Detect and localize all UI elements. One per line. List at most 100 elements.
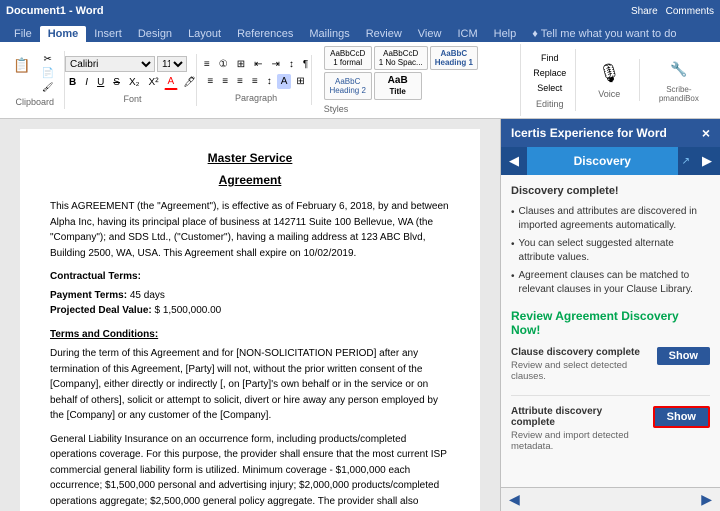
document-area[interactable]: Master Service Agreement This AGREEMENT …	[0, 119, 500, 511]
projected-value: $ 1,500,000.00	[155, 305, 222, 316]
highlight-button[interactable]: 🖊	[179, 74, 200, 90]
panel-forward-button[interactable]: ▶	[694, 153, 720, 169]
style-1formal-button[interactable]: AaBbCcD1 formal	[324, 46, 372, 70]
bullet-dot-3: •	[511, 270, 515, 297]
tab-file[interactable]: File	[6, 26, 40, 42]
font-name-select[interactable]: Calibri	[65, 56, 155, 72]
editing-group: Find Replace Select Editing	[525, 49, 576, 111]
bullets-button[interactable]: ≡	[200, 57, 214, 72]
doc-title: Master Service	[50, 149, 450, 167]
format-painter-icon[interactable]: 🖌	[36, 81, 60, 93]
main-area: Master Service Agreement This AGREEMENT …	[0, 119, 720, 511]
clause-desc: Review and select detected clauses.	[511, 360, 653, 382]
underline-button[interactable]: U	[93, 74, 108, 90]
multilevel-button[interactable]: ⊞	[233, 57, 249, 72]
panel-bottom-nav: ◀ ▶	[501, 487, 720, 511]
sort-button[interactable]: ↕	[285, 57, 298, 72]
tab-layout[interactable]: Layout	[180, 26, 229, 42]
doc-terms: Terms and Conditions: During the term of…	[50, 327, 450, 424]
increase-indent-button[interactable]: ⇥	[267, 57, 283, 72]
doc-subtitle: Agreement	[50, 171, 450, 189]
voice-group: 🎙 Voice	[580, 59, 640, 101]
cut-icon[interactable]: ✂	[36, 53, 60, 65]
terms-para1: During the term of this Agreement and fo…	[50, 346, 450, 424]
font-size-select[interactable]: 11	[157, 56, 187, 72]
style-heading1-button[interactable]: AaBbCHeading 1	[430, 46, 478, 70]
comments-button[interactable]: Comments	[666, 6, 714, 17]
panel-share-icon[interactable]: ↗	[678, 156, 694, 167]
panel-nav: ◀ Discovery ↗ ▶	[501, 147, 720, 175]
align-center-button[interactable]: ≡	[218, 74, 232, 89]
attribute-info: Attribute discovery complete Review and …	[511, 406, 649, 457]
tab-references[interactable]: References	[229, 26, 301, 42]
clipboard-label: Clipboard	[15, 97, 54, 107]
decrease-indent-button[interactable]: ⇤	[250, 57, 266, 72]
clause-row-action: Clause discovery complete Review and sel…	[511, 347, 710, 387]
share-button[interactable]: Share	[631, 6, 658, 17]
clipboard-group: 📋 ✂ 📄 🖌 Clipboard	[6, 51, 65, 109]
copy-icon[interactable]: 📄	[36, 67, 60, 79]
panel-bottom-left-button[interactable]: ◀	[509, 491, 520, 508]
panel-nav-title: Discovery	[574, 154, 631, 168]
bold-button[interactable]: B	[65, 74, 80, 90]
bullet-text-2: You can select suggested alternate attri…	[519, 237, 710, 265]
strikethrough-button[interactable]: S	[109, 74, 124, 90]
styles-group: AaBbCcD1 formal AaBbCcD1 No Spac... AaBb…	[316, 44, 521, 116]
doc-body: This AGREEMENT (the "Agreement"), is eff…	[50, 199, 450, 511]
clause-show-button[interactable]: Show	[657, 347, 710, 365]
tab-tell-me[interactable]: ♦ Tell me what you want to do	[524, 26, 684, 42]
select-button[interactable]: Select	[533, 81, 566, 95]
tab-design[interactable]: Design	[130, 26, 180, 42]
app-title: Document1 - Word	[6, 5, 104, 17]
scribe-group: 🔧 Scribe-pmandiBox	[644, 55, 714, 105]
superscript-button[interactable]: X²	[145, 74, 163, 90]
style-nospace-button[interactable]: AaBbCcD1 No Spac...	[374, 46, 428, 70]
borders-button[interactable]: ⊞	[292, 74, 308, 89]
align-left-button[interactable]: ≡	[203, 74, 217, 89]
panel-bottom-right-button[interactable]: ▶	[701, 491, 712, 508]
tab-home[interactable]: Home	[40, 26, 87, 42]
tab-icm[interactable]: ICM	[449, 26, 485, 42]
doc-liability: General Liability Insurance on an occurr…	[50, 432, 450, 511]
clause-title: Clause discovery complete	[511, 347, 653, 358]
style-heading2-button[interactable]: AaBbCHeading 2	[324, 72, 372, 100]
paste-icon[interactable]: 📋	[10, 53, 34, 77]
bullet-dot-2: •	[511, 238, 515, 265]
find-button[interactable]: Find	[537, 51, 563, 65]
tabs-bar: File Home Insert Design Layout Reference…	[0, 22, 720, 42]
numbering-button[interactable]: ①	[215, 57, 232, 72]
panel-header: Icertis Experience for Word ×	[501, 119, 720, 147]
replace-button[interactable]: Replace	[529, 66, 570, 80]
panel-bullet-1: • Clauses and attributes are discovered …	[511, 205, 710, 233]
doc-intro: This AGREEMENT (the "Agreement"), is eff…	[50, 199, 450, 261]
tab-review[interactable]: Review	[358, 26, 410, 42]
tab-help[interactable]: Help	[486, 26, 525, 42]
panel-close-icon[interactable]: ×	[702, 125, 710, 141]
align-right-button[interactable]: ≡	[233, 74, 247, 89]
tab-mailings[interactable]: Mailings	[301, 26, 357, 42]
style-title-button[interactable]: AaBTitle	[374, 72, 422, 100]
panel-nav-discovery: Discovery	[527, 147, 678, 175]
pilcrow-button[interactable]: ¶	[299, 57, 312, 72]
dictate-icon[interactable]: 🎙	[597, 61, 621, 85]
subscript-button[interactable]: X₂	[125, 74, 144, 90]
clause-discovery-row: Clause discovery complete Review and sel…	[511, 347, 710, 396]
font-name-row: Calibri 11	[65, 56, 200, 72]
bullet-text-1: Clauses and attributes are discovered in…	[519, 205, 710, 233]
clause-info: Clause discovery complete Review and sel…	[511, 347, 653, 387]
attribute-desc: Review and import detected metadata.	[511, 430, 649, 452]
line-spacing-button[interactable]: ↕	[263, 74, 276, 89]
attribute-title: Attribute discovery complete	[511, 406, 649, 428]
shading-button[interactable]: A	[277, 74, 292, 89]
italic-button[interactable]: I	[81, 74, 92, 90]
scribe-icon[interactable]: 🔧	[667, 57, 691, 81]
document-page: Master Service Agreement This AGREEMENT …	[20, 129, 480, 511]
projected-deal-row: Projected Deal Value: $ 1,500,000.00	[50, 303, 450, 319]
panel-back-button[interactable]: ◀	[501, 153, 527, 169]
text-color-button[interactable]: A	[164, 74, 179, 90]
tab-insert[interactable]: Insert	[86, 26, 130, 42]
attribute-show-button[interactable]: Show	[653, 406, 710, 428]
justify-button[interactable]: ≡	[248, 74, 262, 89]
scribe-label: Scribe-pmandiBox	[652, 85, 706, 103]
tab-view[interactable]: View	[410, 26, 450, 42]
